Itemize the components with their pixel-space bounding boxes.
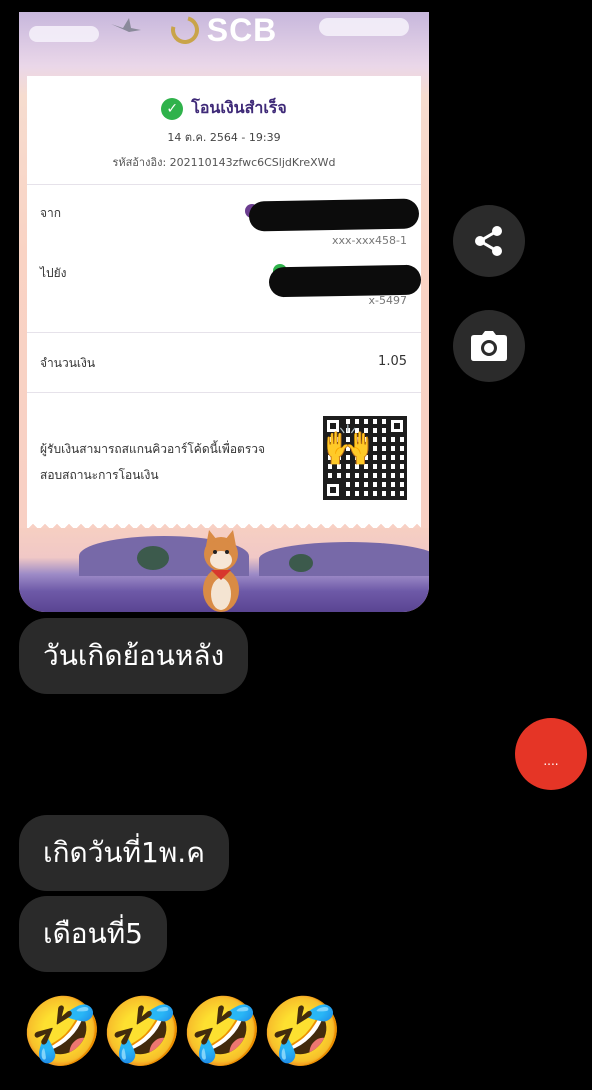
scb-logo-icon xyxy=(165,12,204,50)
rolling-laughing-emoji-icon[interactable]: 🤣 xyxy=(181,996,263,1068)
status-row: ✓ โอนเงินสำเร็จ xyxy=(27,96,421,121)
reference-code: รหัสอ้างอิง: 202110143zfwc6CSljdKreXWd xyxy=(112,156,336,169)
redaction-mark xyxy=(248,198,420,232)
divider xyxy=(27,332,421,333)
qr-finder xyxy=(387,416,407,436)
receipt-header: SCB xyxy=(19,12,429,76)
divider xyxy=(27,184,421,185)
emoji-reaction-row: 🤣 🤣 🤣 🤣 xyxy=(21,996,343,1068)
raised-hands-icon: 🙌 xyxy=(323,423,373,469)
shiba-dog-icon xyxy=(203,530,239,612)
to-account: x-5497 xyxy=(368,294,407,307)
receipt-card: ✓ โอนเงินสำเร็จ 14 ต.ค. 2564 - 19:39 รหั… xyxy=(27,76,422,522)
amount-value: 1.05 xyxy=(378,354,407,369)
share-icon xyxy=(475,226,502,256)
qr-note: ผู้รับเงินสามารถสแกนคิวอาร์โค้ดนี้เพื่อต… xyxy=(40,442,266,482)
to-label: ไปยัง xyxy=(40,266,67,280)
redaction-mark xyxy=(268,264,422,298)
typing-indicator-button[interactable]: .... xyxy=(515,718,587,790)
camera-button[interactable] xyxy=(453,310,525,382)
tree-decoration xyxy=(289,554,313,572)
message-bubble[interactable]: วันเกิดย้อนหลัง xyxy=(19,618,249,694)
rolling-laughing-emoji-icon[interactable]: 🤣 xyxy=(261,996,343,1068)
message-bubble[interactable]: เกิดวันที่1พ.ค xyxy=(19,815,229,891)
transfer-datetime: 14 ต.ค. 2564 - 19:39 xyxy=(167,131,281,144)
brand-name: SCB xyxy=(206,12,278,48)
qr-finder xyxy=(323,480,343,500)
tree-decoration xyxy=(137,546,169,570)
status-text: โอนเงินสำเร็จ xyxy=(191,98,287,117)
camera-icon xyxy=(471,331,507,361)
transfer-receipt-image[interactable]: SCB ✓ โอนเงินสำเร็จ 14 ต.ค. 2564 - 19:39… xyxy=(19,12,429,612)
message-bubble[interactable]: เดือนที่5 xyxy=(19,896,167,972)
mountain-decoration xyxy=(259,542,429,576)
share-button[interactable] xyxy=(453,205,525,277)
rolling-laughing-emoji-icon[interactable]: 🤣 xyxy=(21,996,103,1068)
from-account: xxx-xxx458-1 xyxy=(332,234,407,247)
check-circle-icon: ✓ xyxy=(161,97,184,120)
amount-label: จำนวนเงิน xyxy=(40,356,96,370)
rolling-laughing-emoji-icon[interactable]: 🤣 xyxy=(101,996,183,1068)
from-label: จาก xyxy=(40,206,62,220)
divider xyxy=(27,392,421,393)
